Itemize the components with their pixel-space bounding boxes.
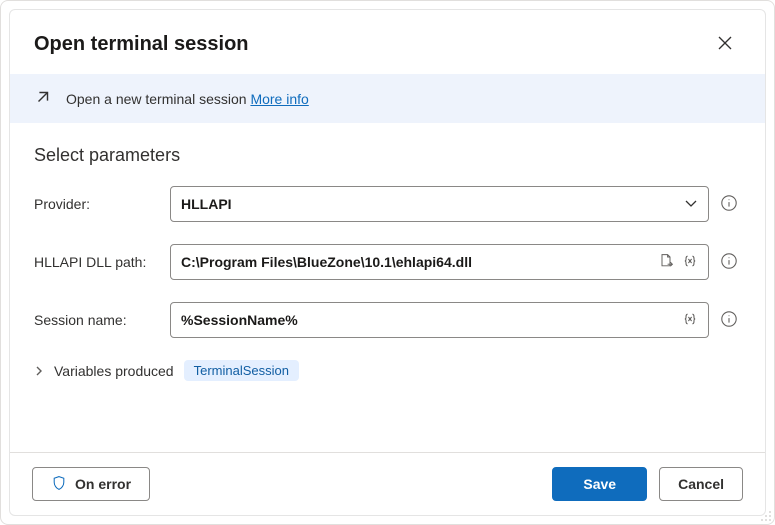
footer-button-group: Save Cancel xyxy=(552,467,743,501)
provider-control: HLLAPI xyxy=(170,186,709,222)
dllpath-control: C:\Program Files\BlueZone\10.1\ehlapi64.… xyxy=(170,244,709,280)
dllpath-value: C:\Program Files\BlueZone\10.1\ehlapi64.… xyxy=(181,254,658,270)
banner-text: Open a new terminal session More info xyxy=(66,91,309,107)
dialog-window: Open terminal session Open a new termina xyxy=(0,0,775,525)
variables-produced-row: Variables produced TerminalSession xyxy=(34,360,741,381)
info-icon xyxy=(720,310,738,331)
resize-grip[interactable] xyxy=(758,508,772,522)
expand-toggle[interactable] xyxy=(34,363,44,379)
session-label: Session name: xyxy=(34,312,162,328)
close-icon xyxy=(718,36,732,53)
provider-label: Provider: xyxy=(34,196,162,212)
file-select-icon[interactable] xyxy=(658,253,674,272)
dllpath-info-button[interactable] xyxy=(717,250,741,274)
provider-info-button[interactable] xyxy=(717,192,741,216)
info-icon xyxy=(720,194,738,215)
more-info-link[interactable]: More info xyxy=(250,91,308,107)
session-info-button[interactable] xyxy=(717,308,741,332)
provider-select[interactable]: HLLAPI xyxy=(170,186,709,222)
chevron-down-icon xyxy=(684,196,698,213)
close-button[interactable] xyxy=(709,28,741,60)
field-row-provider: Provider: HLLAPI xyxy=(34,186,741,222)
banner-text-content: Open a new terminal session xyxy=(66,91,250,107)
variable-picker-icon[interactable] xyxy=(682,253,698,272)
save-button[interactable]: Save xyxy=(552,467,647,501)
variable-badge[interactable]: TerminalSession xyxy=(184,360,299,381)
dllpath-label: HLLAPI DLL path: xyxy=(34,254,162,270)
shield-icon xyxy=(51,475,67,494)
dialog-inner: Open terminal session Open a new termina xyxy=(9,9,766,516)
variables-produced-label: Variables produced xyxy=(54,363,174,379)
info-banner: Open a new terminal session More info xyxy=(10,74,765,123)
dialog-title: Open terminal session xyxy=(34,33,249,56)
provider-value: HLLAPI xyxy=(181,196,684,212)
session-control: %SessionName% xyxy=(170,302,709,338)
info-icon xyxy=(720,252,738,273)
dialog-body: Select parameters Provider: HLLAPI xyxy=(10,123,765,452)
cancel-button[interactable]: Cancel xyxy=(659,467,743,501)
field-row-dllpath: HLLAPI DLL path: C:\Program Files\BlueZo… xyxy=(34,244,741,280)
cancel-label: Cancel xyxy=(678,476,724,492)
dialog-footer: On error Save Cancel xyxy=(10,452,765,515)
open-arrow-icon xyxy=(34,88,52,109)
on-error-button[interactable]: On error xyxy=(32,467,150,501)
session-input[interactable]: %SessionName% xyxy=(170,302,709,338)
variable-picker-icon[interactable] xyxy=(682,311,698,330)
session-value: %SessionName% xyxy=(181,312,682,328)
on-error-label: On error xyxy=(75,476,131,492)
save-label: Save xyxy=(583,476,616,492)
dllpath-input[interactable]: C:\Program Files\BlueZone\10.1\ehlapi64.… xyxy=(170,244,709,280)
field-row-session: Session name: %SessionName% xyxy=(34,302,741,338)
section-title: Select parameters xyxy=(34,145,741,166)
dialog-header: Open terminal session xyxy=(10,10,765,74)
